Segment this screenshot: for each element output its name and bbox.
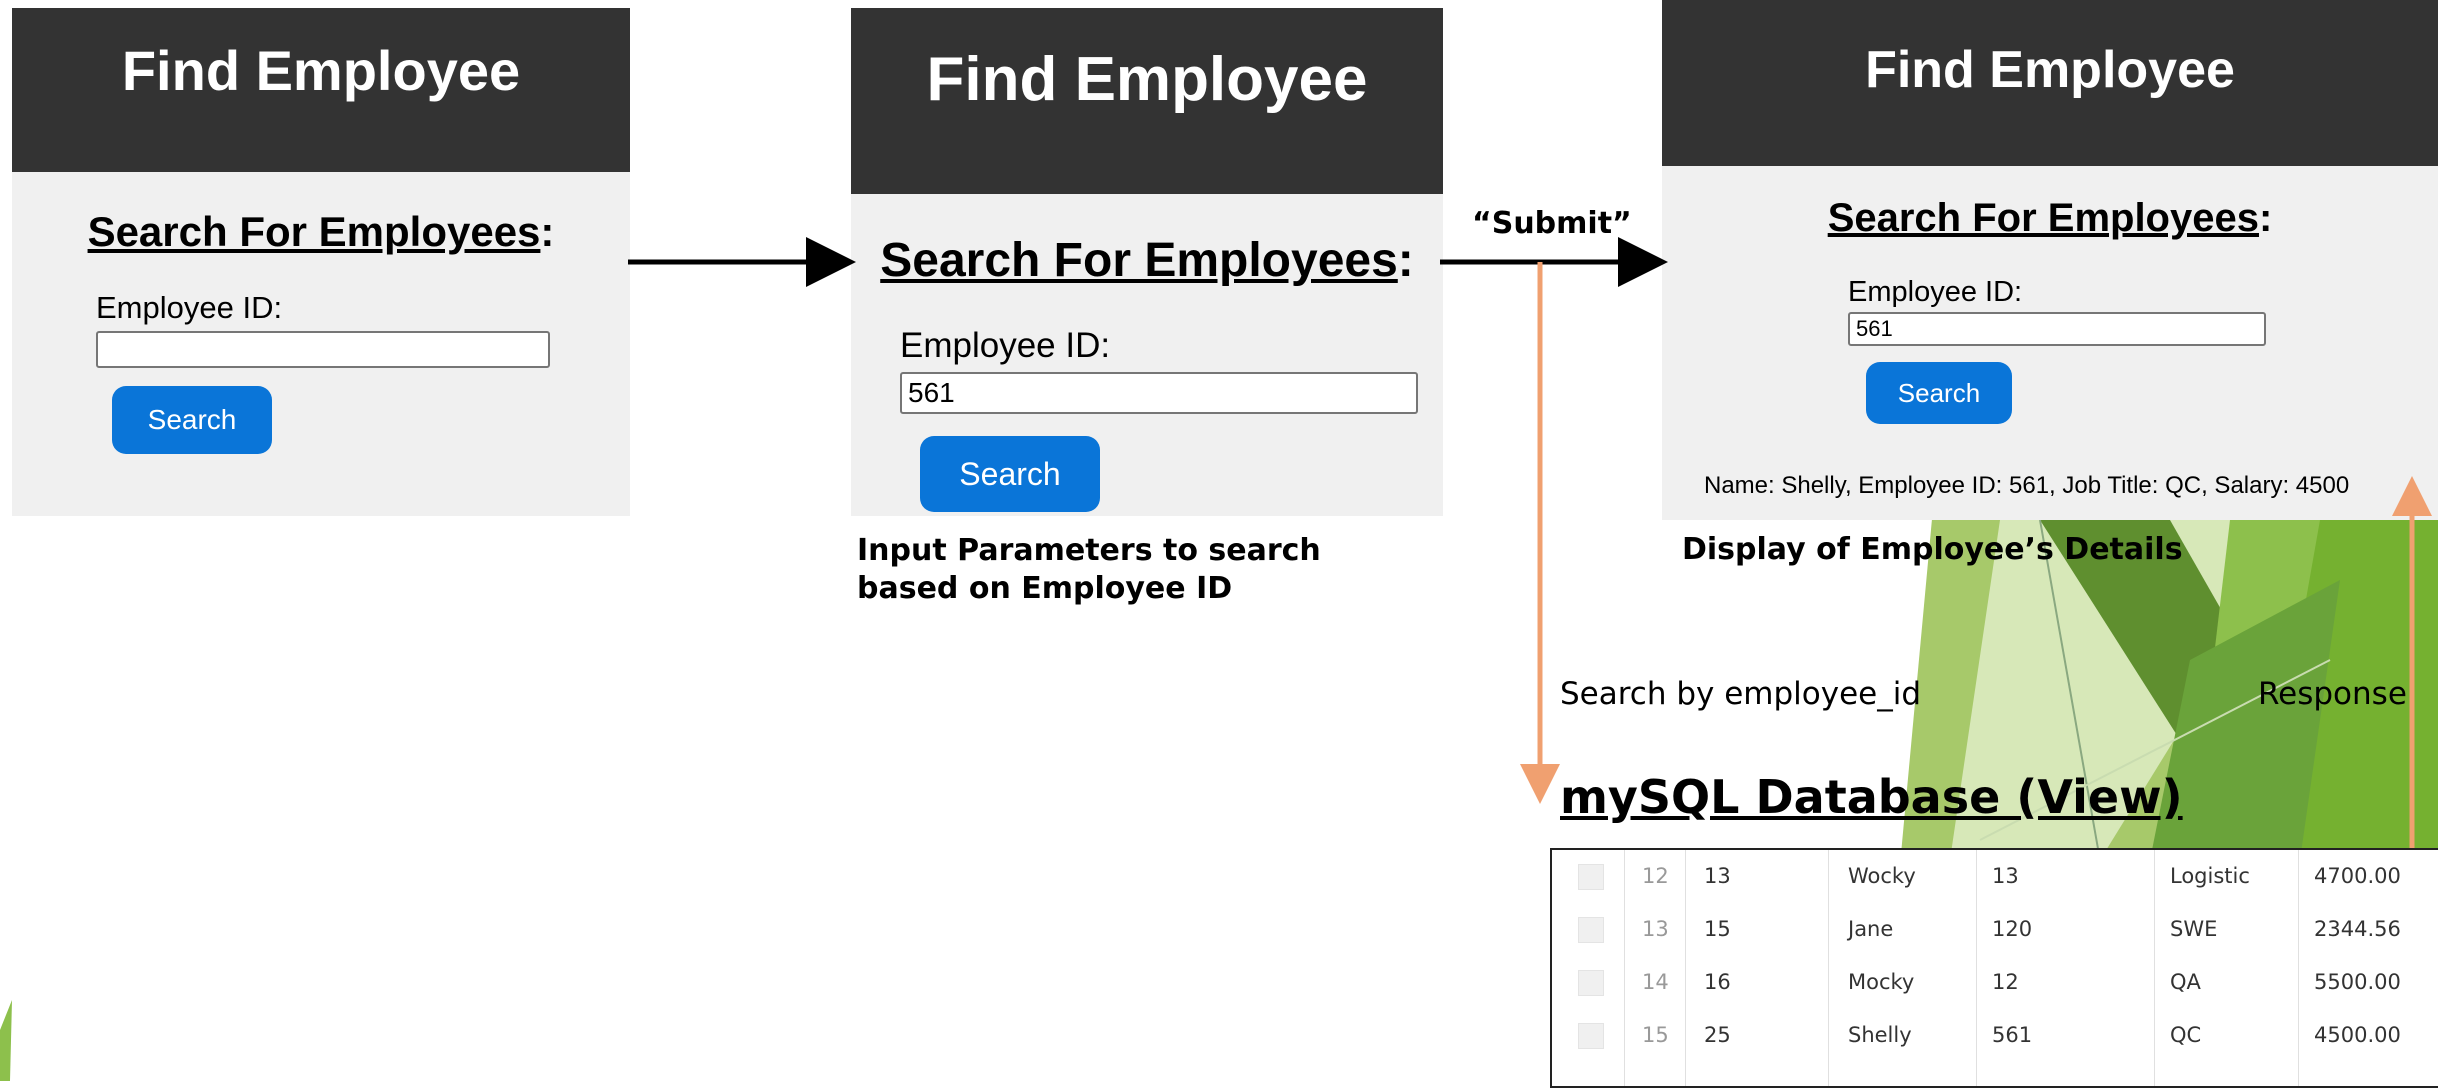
cell-employee-id: 13 — [1992, 864, 2019, 888]
row-index: 14 — [1642, 970, 1669, 994]
cell-name: Jane — [1848, 917, 1894, 941]
row-index: 13 — [1642, 917, 1669, 941]
cell-salary: 2344.56 — [2314, 917, 2401, 941]
input-caption: Input Parameters to search based on Empl… — [857, 533, 1321, 606]
row-checkbox[interactable] — [1578, 917, 1604, 943]
database-table: 12 13 Wocky 13 Logistic 4700.00 13 15 Ja… — [1550, 848, 2438, 1088]
cell-job-title: QC — [2170, 1023, 2202, 1047]
row-checkbox[interactable] — [1578, 1023, 1604, 1049]
table-row: 15 25 Shelly 561 QC 4500.00 — [1552, 1009, 2438, 1062]
search-by-label: Search by employee_id — [1560, 676, 1922, 712]
row-checkbox[interactable] — [1578, 864, 1604, 890]
cell-name: Wocky — [1848, 864, 1916, 888]
cell-employee-id: 12 — [1992, 970, 2019, 994]
cell-name: Shelly — [1848, 1023, 1912, 1047]
display-caption: Display of Employee’s Details — [1682, 532, 2183, 567]
cell-salary: 5500.00 — [2314, 970, 2401, 994]
cell-id: 16 — [1704, 970, 1731, 994]
submit-label: “Submit” — [1472, 206, 1632, 241]
cell-employee-id: 120 — [1992, 917, 2033, 941]
cell-id: 15 — [1704, 917, 1731, 941]
response-label: Response — [2258, 676, 2407, 712]
cell-id: 13 — [1704, 864, 1731, 888]
cell-id: 25 — [1704, 1023, 1731, 1047]
cell-salary: 4500.00 — [2314, 1023, 2401, 1047]
table-row: 12 13 Wocky 13 Logistic 4700.00 — [1552, 850, 2438, 903]
row-checkbox[interactable] — [1578, 970, 1604, 996]
database-title: mySQL Database (View) — [1560, 770, 2183, 824]
row-index: 15 — [1642, 1023, 1669, 1047]
cell-job-title: QA — [2170, 970, 2201, 994]
cell-job-title: SWE — [2170, 917, 2218, 941]
cell-salary: 4700.00 — [2314, 864, 2401, 888]
table-row: 14 16 Mocky 12 QA 5500.00 — [1552, 956, 2438, 1009]
cell-job-title: Logistic — [2170, 864, 2250, 888]
table-row: 13 15 Jane 120 SWE 2344.56 — [1552, 903, 2438, 956]
row-index: 12 — [1642, 864, 1669, 888]
cell-name: Mocky — [1848, 970, 1915, 994]
cell-employee-id: 561 — [1992, 1023, 2033, 1047]
